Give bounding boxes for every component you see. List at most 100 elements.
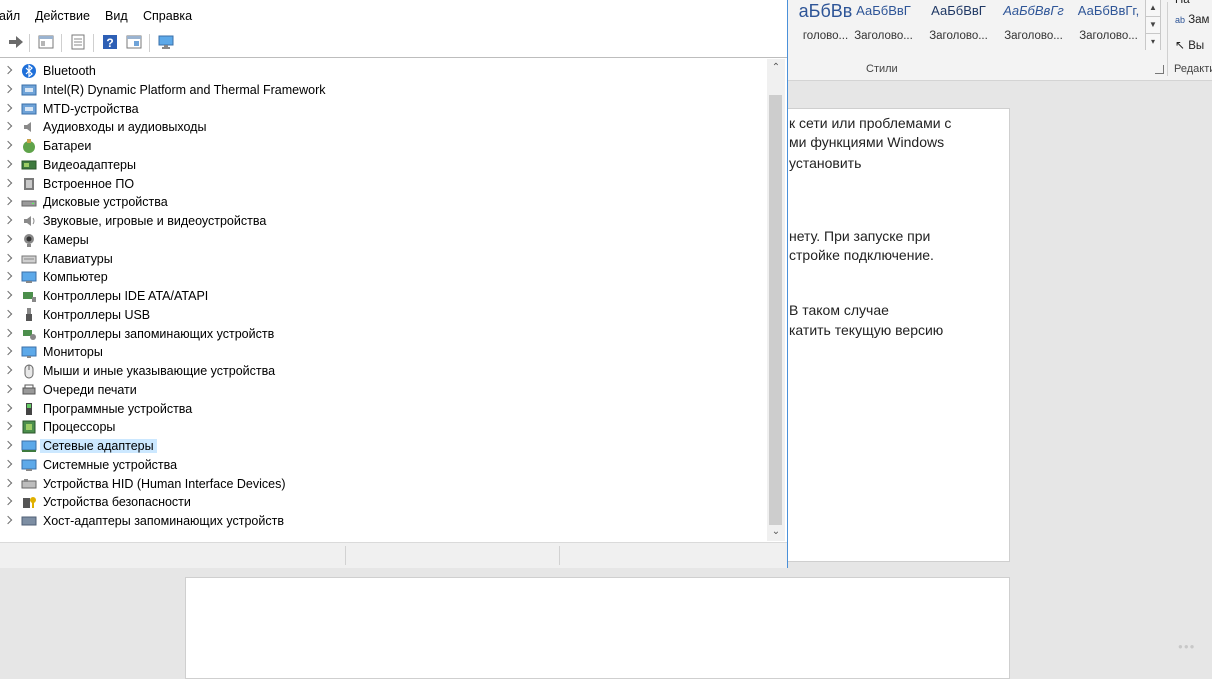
style-item-4[interactable]: АаБбВвГг Заголово... [996,0,1071,50]
document-text-line: установить [789,155,862,171]
tree-item[interactable]: Контроллеры USB [0,306,767,324]
style-item-3[interactable]: АаБбВвГ Заголово... [921,0,996,50]
tree-item[interactable]: Компьютер [0,268,767,286]
style-name: Заголово... [854,30,913,42]
tree-item[interactable]: Камеры [0,231,767,249]
tree-item[interactable]: Системные устройства [0,456,767,474]
select-button[interactable]: ↖ Вы [1175,38,1204,52]
firmware-icon [21,176,37,192]
style-item-5[interactable]: АаБбВвГг, Заголово... [1071,0,1146,50]
chevron-right-icon[interactable] [3,272,13,281]
chevron-right-icon[interactable] [3,459,13,468]
device-tree[interactable]: Bluetooth Intel(R) Dynamic Platform and T… [0,59,767,541]
tree-item[interactable]: Контроллеры запоминающих устройств [0,325,767,343]
replace-label: Зам [1188,14,1210,26]
svg-text:?: ? [106,36,113,50]
chevron-right-icon[interactable] [3,215,13,225]
tree-item[interactable]: Звуковые, игровые и видеоустройства [0,212,767,230]
chevron-right-icon[interactable] [3,422,13,431]
style-sample: АаБбВвГ [931,3,986,18]
tree-item[interactable]: Контроллеры IDE ATA/ATAPI [0,287,767,305]
forward-arrow-icon[interactable] [7,33,25,51]
chevron-right-icon[interactable] [3,365,13,375]
style-sample: АаБбВвГ [856,3,911,18]
scroll-down-icon[interactable]: ⌄ [767,523,785,541]
chevron-right-icon[interactable] [3,515,13,525]
tree-item[interactable]: Процессоры [0,418,767,436]
tree-item[interactable]: Клавиатуры [0,250,767,268]
chevron-right-icon[interactable] [3,478,13,487]
menu-help[interactable]: Справка [143,9,192,23]
chevron-right-icon[interactable] [3,403,13,412]
chevron-right-icon[interactable] [3,159,13,168]
tree-item[interactable]: Аудиовходы и аудиовыходы [0,118,767,136]
vertical-scrollbar[interactable]: ⌃ ⌄ [767,59,785,541]
chevron-right-icon[interactable] [3,234,13,243]
chevron-right-icon[interactable] [3,197,13,206]
style-name: Заголово... [1079,30,1138,42]
chevron-right-icon[interactable] [3,440,13,450]
mouse-icon [21,363,37,379]
document-text-line: нету. При запуске при [789,228,931,244]
tree-item-label: Хост-адаптеры запоминающих устройств [43,514,284,528]
find-button[interactable]: На [1175,0,1190,6]
chevron-right-icon[interactable] [3,103,13,112]
security-device-icon [21,494,37,510]
style-sample: АаБбВвГг, [1077,3,1140,18]
tree-item[interactable]: Мониторы [0,343,767,361]
chevron-right-icon[interactable] [3,290,13,300]
list-icon[interactable] [69,33,87,51]
more-styles-icon[interactable]: ▾ [1146,34,1160,50]
chevron-right-icon[interactable] [3,384,13,393]
tree-item[interactable]: Intel(R) Dynamic Platform and Thermal Fr… [0,81,767,99]
chevron-right-icon[interactable] [3,309,13,318]
style-item-2[interactable]: АаБбВвГ Заголово... [846,0,921,50]
toolbar-separator [149,34,150,52]
tree-item[interactable]: Устройства HID (Human Interface Devices) [0,475,767,493]
tree-item-label: Контроллеры запоминающих устройств [43,326,275,341]
tree-item[interactable]: Хост-адаптеры запоминающих устройств [0,512,767,530]
styles-gallery-scroll[interactable]: ▲ ▼ ▾ [1145,0,1161,50]
help-icon[interactable]: ? [101,33,119,51]
dialog-launcher-icon[interactable] [1155,65,1164,74]
tree-item-label: Встроенное ПО [43,176,135,191]
tree-item[interactable]: Bluetooth [0,62,767,80]
menu-file[interactable]: айл [0,9,20,23]
details-icon[interactable] [125,33,143,51]
document-page[interactable] [185,577,1010,679]
tree-item[interactable]: Очереди печати [0,381,767,399]
select-label: Вы [1188,40,1205,52]
tree-item[interactable]: Сетевые адаптеры [0,437,767,455]
chevron-right-icon[interactable] [3,65,13,75]
chevron-right-icon[interactable] [3,84,13,93]
monitor-icon[interactable] [157,33,175,51]
chevron-down-icon[interactable]: ▼ [1146,17,1160,34]
chevron-right-icon[interactable] [3,328,13,337]
tree-item[interactable]: Устройства безопасности [0,493,767,511]
tree-item[interactable]: Мыши и иные указывающие устройства [0,362,767,380]
chevron-right-icon[interactable] [3,140,13,150]
tree-item-label: Intel(R) Dynamic Platform and Thermal Fr… [43,82,326,97]
chevron-right-icon[interactable] [3,347,13,356]
tree-item[interactable]: Батареи [0,137,767,155]
watermark: ●●● [1178,642,1196,651]
status-divider [345,546,346,565]
chevron-up-icon[interactable]: ▲ [1146,0,1160,17]
tree-item[interactable]: Программные устройства [0,400,767,418]
scroll-up-icon[interactable]: ⌃ [767,59,785,77]
chevron-right-icon[interactable] [3,122,13,131]
document-text-line: В таком случае [789,302,889,318]
chevron-right-icon[interactable] [3,253,13,262]
tree-item-label: Звуковые, игровые и видеоустройства [43,214,267,228]
tree-item[interactable]: Видеоадаптеры [0,156,767,174]
tree-item[interactable]: Встроенное ПО [0,175,767,193]
properties-icon[interactable] [37,33,55,51]
chevron-right-icon[interactable] [3,178,13,187]
menu-view[interactable]: Вид [105,9,128,23]
scroll-thumb[interactable] [769,95,782,525]
chevron-right-icon[interactable] [3,497,13,506]
tree-item[interactable]: MTD-устройства [0,100,767,118]
replace-button[interactable]: ab Зам [1175,14,1209,26]
tree-item[interactable]: Дисковые устройства [0,193,767,211]
menu-action[interactable]: Действие [35,9,90,23]
